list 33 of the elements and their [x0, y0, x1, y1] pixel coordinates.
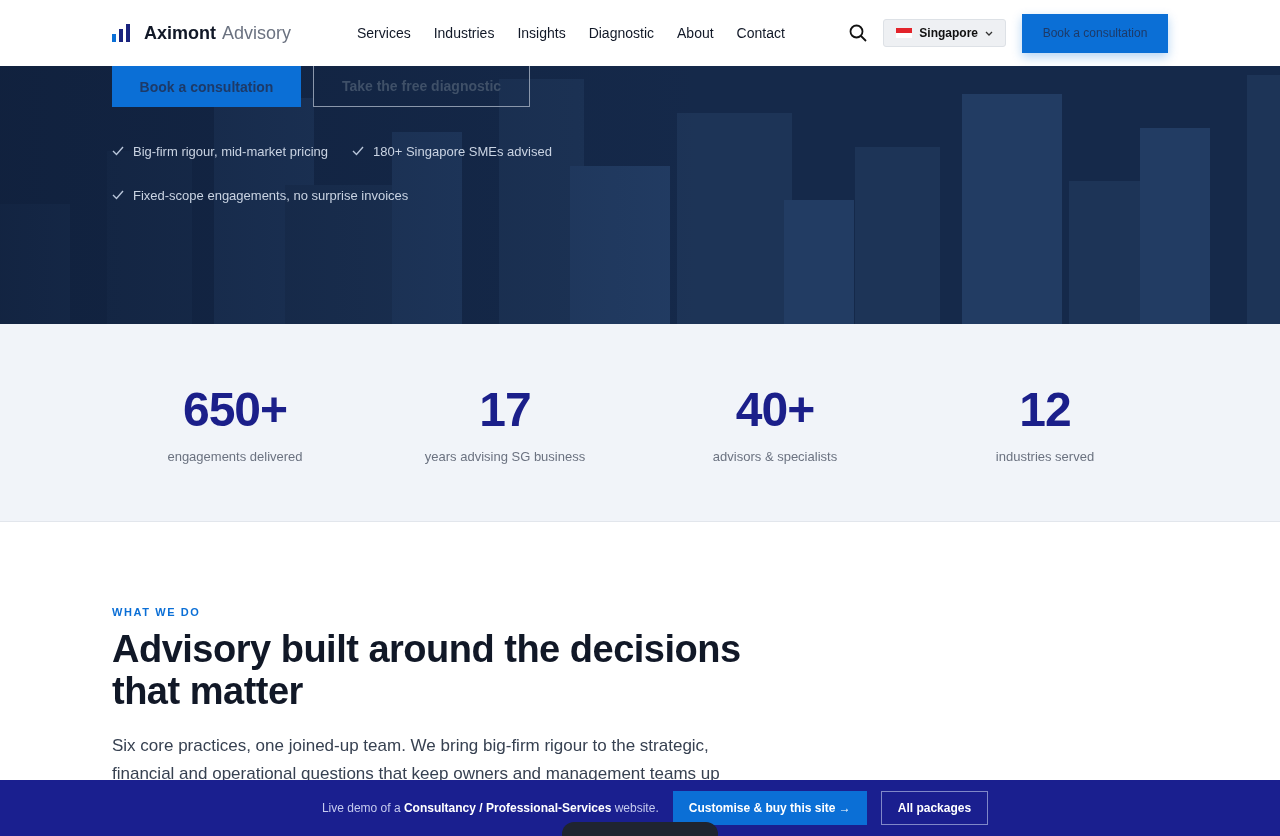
region-selector[interactable]: Singapore [883, 19, 1006, 47]
stat-label: advisors & specialists [711, 449, 839, 464]
stat-label: years advising SG business [423, 449, 587, 464]
region-label: Singapore [919, 26, 978, 40]
check-icon [112, 190, 124, 200]
nav-link[interactable]: Industries [433, 25, 495, 41]
stat-value: 17 [478, 382, 532, 437]
brand-suffix[interactable]: Advisory [222, 22, 292, 44]
banner-button[interactable]: Customise & buy this site → [672, 791, 867, 825]
stat-value: 650+ [181, 382, 289, 437]
check-icon [112, 146, 124, 156]
hero-point: Big-firm rigour, mid-market pricing [133, 143, 329, 159]
hero-point: 180+ Singapore SMEs advised [373, 143, 552, 159]
stat-label: industries served [994, 449, 1096, 464]
nav-link[interactable]: About [677, 25, 714, 41]
search-icon[interactable] [849, 24, 868, 42]
nav-link[interactable]: Services [357, 25, 411, 41]
section-title: Advisory built around the decisions that matter [112, 628, 742, 712]
stat-label: engagements delivered [166, 449, 304, 464]
banner-text: Live demo of a Consultancy / Professional-Services website. [321, 801, 659, 815]
chevron-down-icon [985, 30, 993, 36]
banner-button[interactable]: All packages [880, 791, 989, 825]
bar-chart-icon [112, 24, 130, 42]
nav-link[interactable]: Contact [736, 25, 785, 41]
nav-link[interactable]: Insights [517, 25, 566, 41]
stat-value: 12 [1018, 382, 1072, 437]
brand-name[interactable]: Aximont [144, 22, 216, 44]
stat-value: 40+ [734, 382, 816, 437]
flag-icon [896, 28, 913, 38]
section-eyebrow: WHAT WE DO [112, 606, 202, 618]
nav-link[interactable]: Diagnostic [588, 25, 654, 41]
hero-point: Fixed-scope engagements, no surprise invoices [133, 187, 409, 203]
check-icon [352, 146, 365, 156]
